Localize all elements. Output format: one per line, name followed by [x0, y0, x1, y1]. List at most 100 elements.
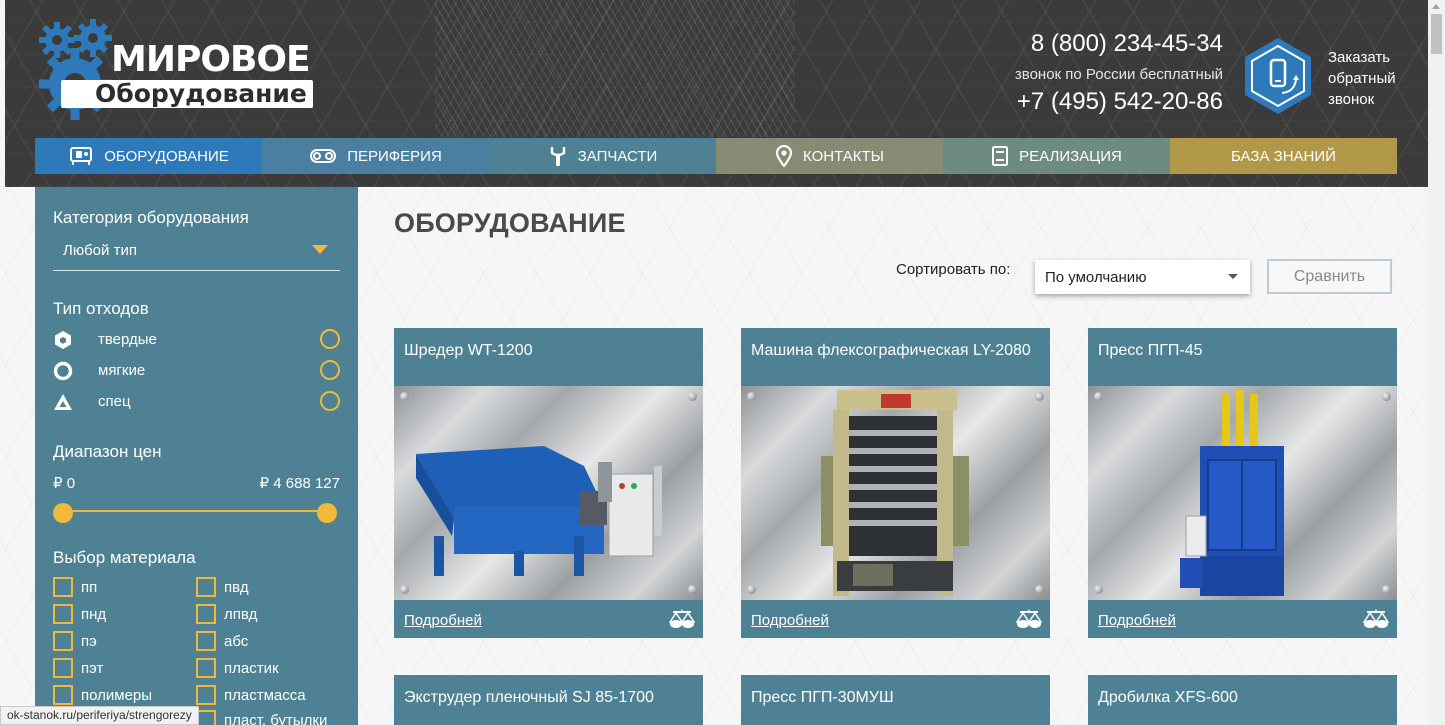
- conveyor-icon: [310, 149, 337, 163]
- nav-label: РЕАЛИЗАЦИЯ: [1019, 147, 1122, 165]
- checkbox[interactable]: [53, 577, 73, 597]
- checkbox[interactable]: [196, 658, 216, 678]
- logo-text-bottom: Оборудование: [61, 80, 313, 108]
- flexo-machine-illustration: [821, 390, 969, 596]
- material-label: пэ: [81, 633, 97, 650]
- nav-item-contacts[interactable]: КОНТАКТЫ: [716, 138, 943, 174]
- product-card[interactable]: Машина флексографическая LY-2080 Подробн…: [741, 328, 1050, 638]
- material-label: полимеры: [81, 687, 153, 704]
- checkbox[interactable]: [196, 577, 216, 597]
- waste-option-label: мягкие: [98, 362, 146, 379]
- product-title[interactable]: Машина флексографическая LY-2080: [751, 340, 1040, 362]
- checkbox[interactable]: [53, 604, 73, 624]
- phone-primary[interactable]: 8 (800) 234-45-34: [965, 30, 1223, 58]
- price-range-title: Диапазон цен: [53, 442, 162, 461]
- scrollbar-track[interactable]: [1428, 0, 1445, 725]
- checkbox[interactable]: [53, 658, 73, 678]
- scales-compare-icon[interactable]: [669, 607, 695, 631]
- price-slider-min-handle[interactable]: [53, 503, 73, 523]
- checkbox[interactable]: [196, 604, 216, 624]
- price-slider-max-handle[interactable]: [317, 503, 337, 523]
- product-details-link[interactable]: Подробней: [404, 612, 482, 629]
- product-title[interactable]: Пресс ПГП-30МУШ: [751, 687, 1040, 709]
- product-image-shredder[interactable]: [394, 386, 703, 600]
- scroll-up-arrow-icon[interactable]: [1432, 4, 1440, 9]
- material-label: лпвд: [224, 606, 258, 623]
- category-select[interactable]: Любой тип: [53, 241, 340, 271]
- material-label: пнд: [81, 606, 107, 623]
- product-title[interactable]: Шредер WT-1200: [404, 340, 693, 362]
- product-title[interactable]: Дробилка XFS-600: [1098, 687, 1387, 709]
- hexagon-icon: [55, 331, 71, 349]
- waste-option-label: твердые: [98, 331, 157, 348]
- material-label: пласт. бутылки: [224, 712, 328, 725]
- nav-item-knowledge-base[interactable]: БАЗА ЗНАНИЙ: [1170, 138, 1397, 174]
- nav-item-spare-parts[interactable]: ЗАПЧАСТИ: [489, 138, 716, 174]
- page-title: ОБОРУДОВАНИЕ: [394, 208, 626, 238]
- chevron-down-icon: [1228, 274, 1238, 279]
- waste-option-soft[interactable]: мягкие: [53, 360, 343, 382]
- price-slider-track[interactable]: [63, 510, 327, 512]
- triangle-icon: [54, 394, 72, 410]
- book-icon: [992, 146, 1009, 166]
- waste-option-radio[interactable]: [320, 360, 340, 380]
- product-details-link[interactable]: Подробней: [751, 612, 829, 629]
- nav-label: БАЗА ЗНАНИЙ: [1231, 147, 1336, 165]
- waste-option-radio[interactable]: [320, 329, 340, 349]
- category-select-value: Любой тип: [63, 242, 137, 259]
- phone-secondary[interactable]: +7 (495) 542-20-86: [965, 88, 1223, 116]
- sort-select-value: По умолчанию: [1045, 269, 1147, 286]
- nav-label: ПЕРИФЕРИЯ: [347, 147, 442, 165]
- product-card[interactable]: Шредер WT-1200 Подробней: [394, 328, 703, 638]
- checkbox[interactable]: [196, 685, 216, 705]
- site-logo[interactable]: МИРОВОЕ Оборудование: [35, 18, 313, 128]
- main-nav: ОБОРУДОВАНИЕ ПЕРИФЕРИЯ ЗАПЧАСТИ КОНТАКТЫ…: [35, 138, 1397, 174]
- nav-item-equipment[interactable]: ОБОРУДОВАНИЕ: [35, 138, 262, 174]
- waste-option-special[interactable]: спец: [53, 391, 343, 413]
- nav-item-sales[interactable]: РЕАЛИЗАЦИЯ: [943, 138, 1170, 174]
- material-label: пэт: [81, 660, 104, 677]
- shredder-illustration: [416, 446, 662, 576]
- scrollbar-thumb[interactable]: [1431, 14, 1442, 54]
- checkbox[interactable]: [53, 631, 73, 651]
- sort-label: Сортировать по:: [896, 261, 1011, 278]
- product-title[interactable]: Пресс ПГП-45: [1098, 340, 1387, 362]
- product-image-flexo-machine[interactable]: [741, 386, 1050, 600]
- logo-text-top: МИРОВОЕ: [111, 39, 311, 80]
- checkbox[interactable]: [53, 685, 73, 705]
- product-card[interactable]: Дробилка XFS-600: [1088, 675, 1397, 725]
- filter-sidebar: Категория оборудования Любой тип Тип отх…: [35, 187, 358, 725]
- status-bar-url: ok-stanok.ru/periferiya/strengorezy: [0, 706, 199, 725]
- header-pattern-accent: [435, 0, 795, 137]
- checkbox[interactable]: [196, 631, 216, 651]
- checkbox[interactable]: [196, 710, 216, 725]
- product-card[interactable]: Экструдер пленочный SJ 85-1700: [394, 675, 703, 725]
- price-min-value: ₽ 0: [53, 475, 76, 492]
- compare-button[interactable]: Сравнить: [1267, 259, 1392, 294]
- machine-icon: [70, 147, 93, 165]
- nav-label: КОНТАКТЫ: [803, 147, 884, 165]
- product-details-link[interactable]: Подробней: [1098, 612, 1176, 629]
- waste-option-radio[interactable]: [320, 391, 340, 411]
- nav-label: ЗАПЧАСТИ: [577, 147, 658, 165]
- callback-link[interactable]: Заказать обратный звонок: [1328, 47, 1428, 110]
- product-card[interactable]: Пресс ПГП-45 Подробней: [1088, 328, 1397, 638]
- material-label: пвд: [224, 579, 249, 596]
- waste-option-label: спец: [98, 393, 131, 410]
- map-pin-icon: [775, 145, 793, 167]
- material-label: абс: [224, 633, 249, 650]
- waste-option-solid[interactable]: твердые: [53, 329, 343, 351]
- material-label: пластик: [224, 660, 279, 677]
- sort-select[interactable]: По умолчанию: [1035, 260, 1250, 294]
- nav-label: ОБОРУДОВАНИЕ: [104, 147, 229, 165]
- product-card[interactable]: Пресс ПГП-30МУШ: [741, 675, 1050, 725]
- scales-compare-icon[interactable]: [1363, 607, 1389, 631]
- scales-compare-icon[interactable]: [1016, 607, 1042, 631]
- product-title[interactable]: Экструдер пленочный SJ 85-1700: [404, 687, 693, 709]
- material-title: Выбор материала: [53, 548, 196, 567]
- phone-callback-icon[interactable]: [1238, 36, 1318, 116]
- chevron-down-icon: [312, 245, 328, 254]
- price-max-value: ₽ 4 688 127: [259, 475, 340, 492]
- nav-item-periphery[interactable]: ПЕРИФЕРИЯ: [262, 138, 489, 174]
- product-image-press[interactable]: [1088, 386, 1397, 600]
